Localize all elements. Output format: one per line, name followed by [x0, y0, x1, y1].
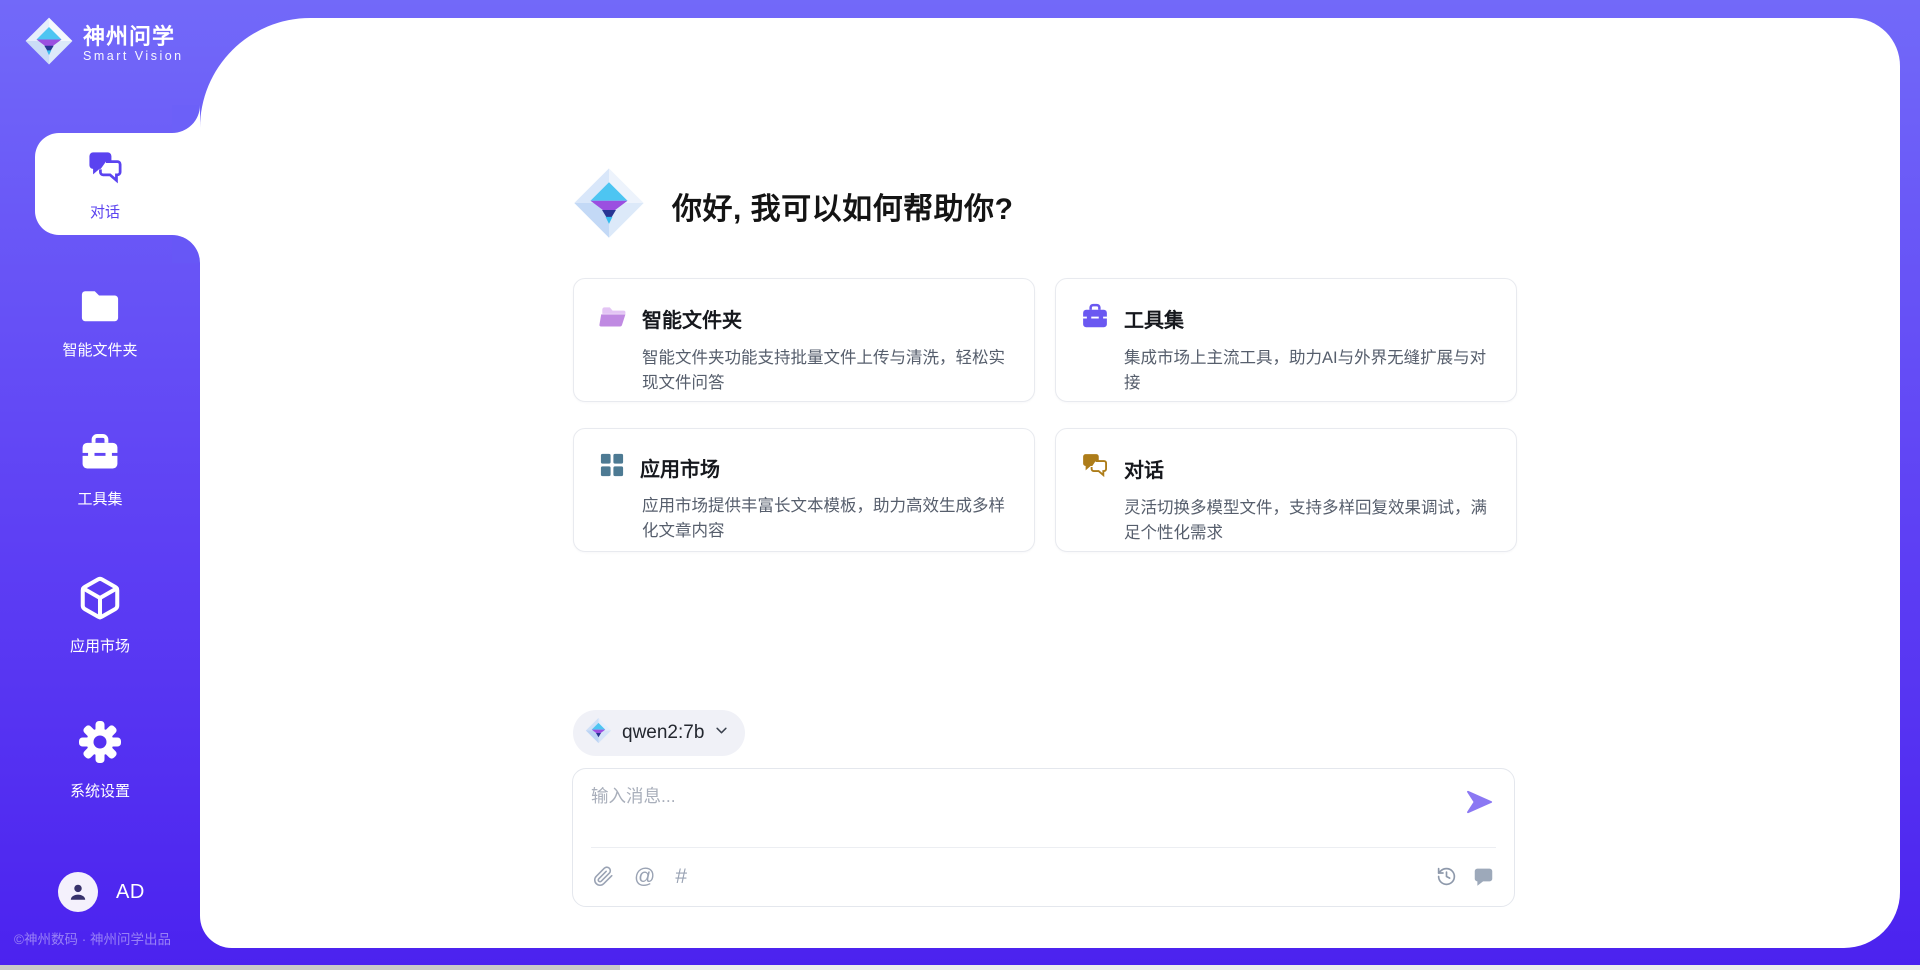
send-arrow-icon — [1465, 788, 1493, 816]
card-description: 灵活切换多模型文件，支持多样回复效果调试，满足个性化需求 — [1124, 496, 1496, 546]
brand-title: 神州问学 — [83, 24, 184, 49]
app-logo: 神州问学 Smart Vision — [24, 16, 184, 71]
card-chat[interactable]: 对话 灵活切换多模型文件，支持多样回复效果调试，满足个性化需求 — [1055, 428, 1517, 552]
sidebar-item-app-market[interactable]: 应用市场 — [0, 575, 200, 656]
cube-icon — [77, 575, 123, 626]
sidebar-item-toolset[interactable]: 工具集 — [0, 430, 200, 509]
card-description: 应用市场提供丰富长文本模板，助力高效生成多样化文章内容 — [642, 494, 1014, 544]
hash-icon: # — [675, 866, 687, 887]
history-button[interactable] — [1436, 866, 1457, 887]
card-title: 智能文件夹 — [642, 304, 742, 333]
card-title: 应用市场 — [640, 453, 720, 482]
scrollbar-thumb[interactable] — [0, 965, 620, 970]
card-description: 智能文件夹功能支持批量文件上传与清洗，轻松实现文件问答 — [642, 346, 1014, 396]
card-description: 集成市场上主流工具，助力AI与外界无缝扩展与对接 — [1124, 346, 1496, 396]
gear-icon — [76, 718, 124, 771]
avatar — [58, 872, 98, 912]
sidebar-item-label: 系统设置 — [70, 780, 130, 801]
folder-icon — [77, 285, 123, 330]
sidebar-item-label: 应用市场 — [70, 635, 130, 656]
sidebar-item-label: 智能文件夹 — [62, 339, 137, 360]
chat-bubbles-icon — [83, 146, 127, 195]
paperclip-icon — [593, 866, 614, 887]
message-input[interactable] — [591, 783, 1411, 839]
card-title: 工具集 — [1124, 304, 1184, 333]
copyright-text: ©神州数码 · 神州问学出品 — [14, 928, 171, 948]
mention-button[interactable]: @ — [634, 866, 655, 887]
chevron-down-icon — [714, 723, 729, 743]
card-toolset[interactable]: 工具集 集成市场上主流工具，助力AI与外界无缝扩展与对接 — [1055, 278, 1517, 402]
person-icon — [66, 880, 90, 904]
new-chat-button[interactable] — [1473, 866, 1494, 887]
sidebar-item-label: 工具集 — [77, 488, 122, 509]
brand-diamond-icon — [572, 166, 646, 245]
toolbox-icon — [1080, 301, 1110, 336]
sidebar-item-settings[interactable]: 系统设置 — [0, 718, 200, 801]
composer-toolbar: @ # — [573, 846, 1514, 906]
sidebar-item-chat[interactable]: 对话 — [35, 133, 205, 235]
diamond-logo-icon — [24, 16, 74, 71]
at-icon: @ — [634, 866, 655, 887]
feature-cards: 智能文件夹 智能文件夹功能支持批量文件上传与清洗，轻松实现文件问答 — [573, 278, 1517, 552]
history-icon — [1436, 866, 1457, 887]
app-window: 你好, 我可以如何帮助你? 智能文件夹 智能文件夹功能支持批量文件上传与清洗，轻… — [0, 0, 1920, 970]
model-name: qwen2:7b — [622, 722, 704, 744]
message-composer: @ # — [572, 768, 1515, 907]
chat-bubbles-icon — [1080, 451, 1110, 486]
user-menu[interactable]: AD — [58, 872, 145, 912]
toolbox-icon — [78, 430, 122, 479]
attach-file-button[interactable] — [593, 866, 614, 887]
chat-square-icon — [1473, 866, 1494, 887]
greeting-title: 你好, 我可以如何帮助你? — [672, 184, 1014, 228]
folder-open-icon — [598, 301, 628, 336]
tab-fillet-bottom — [172, 235, 200, 263]
sidebar-item-smart-folder[interactable]: 智能文件夹 — [0, 285, 200, 360]
card-app-market[interactable]: 应用市场 应用市场提供丰富长文本模板，助力高效生成多样化文章内容 — [573, 428, 1035, 552]
brand-subtitle: Smart Vision — [83, 49, 184, 63]
main-panel: 你好, 我可以如何帮助你? 智能文件夹 智能文件夹功能支持批量文件上传与清洗，轻… — [200, 18, 1900, 948]
send-button[interactable] — [1464, 787, 1494, 817]
card-title: 对话 — [1124, 454, 1164, 483]
user-name: AD — [116, 881, 145, 904]
topic-button[interactable]: # — [675, 866, 687, 887]
diamond-logo-icon — [585, 717, 612, 749]
tab-fillet-top — [172, 105, 200, 133]
card-smart-folder[interactable]: 智能文件夹 智能文件夹功能支持批量文件上传与清洗，轻松实现文件问答 — [573, 278, 1035, 402]
model-selector[interactable]: qwen2:7b — [573, 710, 745, 756]
greeting-header: 你好, 我可以如何帮助你? — [572, 166, 1014, 245]
sidebar-item-label: 对话 — [90, 201, 120, 222]
grid-icon — [598, 451, 626, 484]
horizontal-scrollbar[interactable] — [0, 965, 1920, 970]
